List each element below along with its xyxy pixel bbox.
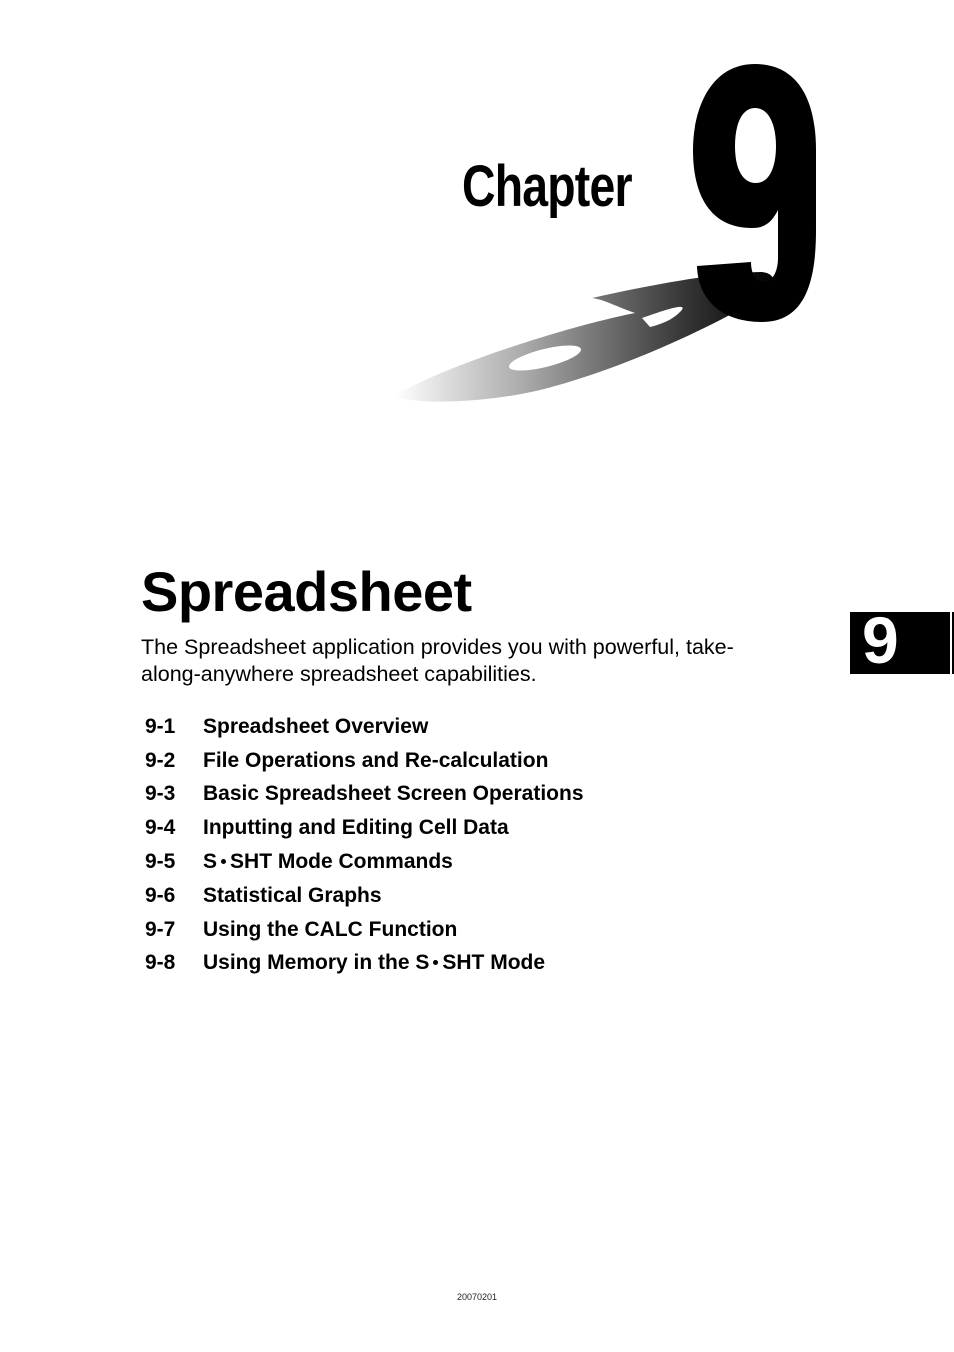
toc-title: Inputting and Editing Cell Data [203,816,509,840]
toc-number: 9-2 [145,748,176,772]
chapter-side-tab: 9 [850,607,950,674]
toc-title-part: SHT Mode Commands [230,850,453,874]
chapter-number-graphic [394,64,816,402]
toc-title-part: SHT Mode [442,951,546,975]
toc-number: 9-7 [145,917,176,941]
toc-item-9-8[interactable]: 9-8 Using Memory in the S SHT Mode [145,947,584,981]
toc-number: 9-8 [145,951,176,975]
middle-dot-icon [221,858,227,864]
toc-item-9-5[interactable]: 9-5 S SHT Mode Commands [145,845,584,879]
chapter-tab-number: 9 [862,603,899,677]
page-title: Spreadsheet [141,560,472,623]
intro-paragraph: The Spreadsheet application provides you… [141,634,781,688]
toc-title-part: S [203,850,218,874]
chapter-number-glyph [693,64,816,322]
toc-item-9-2[interactable]: 9-2 File Operations and Re-calculation [145,744,584,778]
toc-number: 9-5 [145,850,176,874]
toc-title: Statistical Graphs [203,883,382,907]
toc-item-9-3[interactable]: 9-3 Basic Spreadsheet Screen Operations [145,778,584,812]
toc-title: S SHT Mode Commands [203,850,453,874]
footer-code: 20070201 [456,1292,498,1302]
intro-line: along-anywhere spreadsheet capabilities. [141,662,537,686]
toc-item-9-6[interactable]: 9-6 Statistical Graphs [145,879,584,913]
toc-item-9-7[interactable]: 9-7 Using the CALC Function [145,913,584,947]
toc-number: 9-3 [145,782,176,806]
table-of-contents: 9-1 Spreadsheet Overview 9-2 File Operat… [145,710,584,980]
toc-title: Basic Spreadsheet Screen Operations [203,782,584,806]
toc-title: File Operations and Re-calculation [203,748,549,772]
toc-number: 9-4 [145,816,176,840]
toc-title: Using the CALC Function [203,917,458,941]
toc-title-part: Using Memory in the S [203,951,430,975]
toc-number: 9-1 [145,714,176,738]
toc-number: 9-6 [145,883,176,907]
middle-dot-icon [433,959,439,965]
toc-item-9-4[interactable]: 9-4 Inputting and Editing Cell Data [145,811,584,845]
toc-title: Using Memory in the S SHT Mode [203,951,545,975]
toc-item-9-1[interactable]: 9-1 Spreadsheet Overview [145,710,584,744]
toc-title: Spreadsheet Overview [203,714,429,738]
intro-line: The Spreadsheet application provides you… [141,635,734,659]
